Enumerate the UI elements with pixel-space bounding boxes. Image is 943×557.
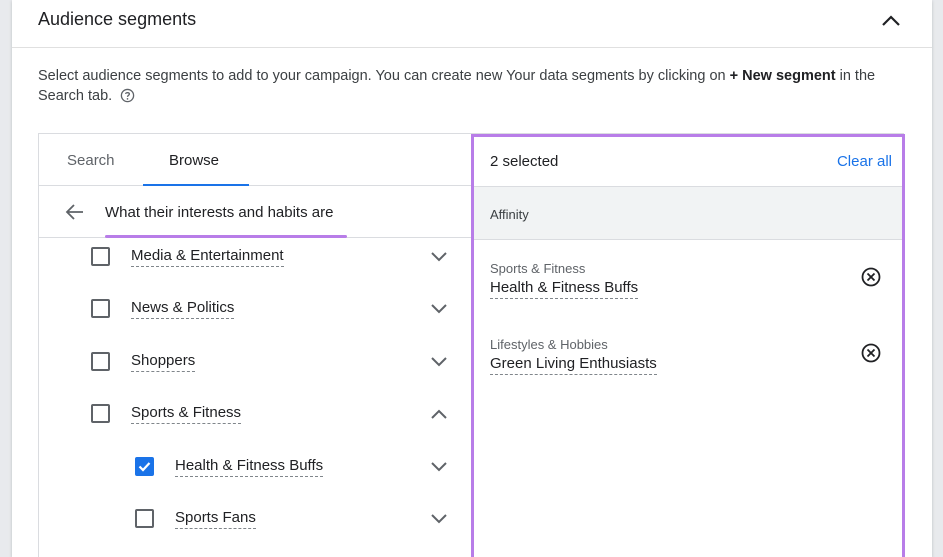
section-title: Audience segments (38, 9, 197, 29)
list-item-health-fitness-buffs[interactable]: Health & Fitness Buffs (39, 450, 471, 502)
audience-segments-card: Audience segments Select audience segmen… (12, 0, 932, 557)
list-item-news-politics[interactable]: News & Politics (39, 292, 471, 344)
group-header-affinity: Affinity (474, 187, 902, 240)
list-item-label: Shoppers (131, 352, 196, 372)
selected-item-category: Lifestyles & Hobbies (490, 337, 608, 352)
remove-circle-icon[interactable] (860, 266, 882, 288)
clear-all-button[interactable]: Clear all (837, 153, 892, 170)
description-text: Select audience segments to add to your … (38, 68, 730, 84)
checkbox[interactable] (91, 404, 110, 423)
new-segment-label: + New segment (729, 68, 836, 84)
checkbox-checked[interactable] (135, 457, 154, 476)
remove-circle-icon[interactable] (860, 342, 882, 364)
chevron-down-icon[interactable] (429, 302, 449, 316)
selected-item-green-living-enthusiasts: Lifestyles & Hobbies Green Living Enthus… (474, 337, 902, 407)
selected-item-name: Green Living Enthusiasts (490, 355, 657, 375)
chevron-down-icon[interactable] (429, 250, 449, 264)
list-item-sports-fitness[interactable]: Sports & Fitness (39, 397, 471, 449)
list-item-label: News & Politics (131, 299, 235, 319)
chevron-up-icon[interactable] (880, 12, 902, 28)
checkbox[interactable] (135, 509, 154, 528)
selected-item-name: Health & Fitness Buffs (490, 279, 639, 299)
chevron-up-icon[interactable] (429, 407, 449, 421)
arrow-back-icon[interactable] (65, 203, 85, 221)
chevron-down-icon[interactable] (429, 512, 449, 526)
list-item-sports-fans[interactable]: Sports Fans (39, 502, 471, 554)
chevron-down-icon[interactable] (429, 460, 449, 474)
breadcrumb-highlight (105, 235, 347, 238)
description: Select audience segments to add to your … (38, 66, 918, 106)
selected-item-health-fitness-buffs: Sports & Fitness Health & Fitness Buffs (474, 261, 902, 331)
group-label: Affinity (490, 207, 529, 222)
selected-header: 2 selected Clear all (474, 137, 902, 187)
list-item-label: Sports Fans (175, 509, 256, 529)
selected-item-category: Sports & Fitness (490, 261, 586, 276)
list-item-shoppers[interactable]: Shoppers (39, 345, 471, 397)
selected-panel: 2 selected Clear all Affinity Sports & F… (471, 134, 905, 557)
tab-browse[interactable]: Browse (169, 152, 219, 169)
breadcrumb: What their interests and habits are (39, 186, 471, 238)
check-icon (138, 462, 151, 472)
tab-bar: Search Browse (39, 134, 471, 186)
help-icon[interactable] (120, 88, 135, 103)
checkbox[interactable] (91, 247, 110, 266)
selected-count: 2 selected (490, 153, 559, 170)
list-item-label: Health & Fitness Buffs (175, 457, 324, 477)
checkbox[interactable] (91, 299, 110, 318)
tab-search[interactable]: Search (67, 152, 115, 169)
browse-panel: Search Browse What their interests and h… (39, 134, 471, 557)
segment-picker: Search Browse What their interests and h… (38, 133, 905, 557)
section-header[interactable]: Audience segments (12, 0, 932, 48)
chevron-down-icon[interactable] (429, 355, 449, 369)
list-item-label: Media & Entertainment (131, 247, 284, 267)
list-item-label: Sports & Fitness (131, 404, 242, 424)
checkbox[interactable] (91, 352, 110, 371)
breadcrumb-label: What their interests and habits are (105, 204, 334, 221)
list-item-media-entertainment[interactable]: Media & Entertainment (39, 240, 471, 292)
